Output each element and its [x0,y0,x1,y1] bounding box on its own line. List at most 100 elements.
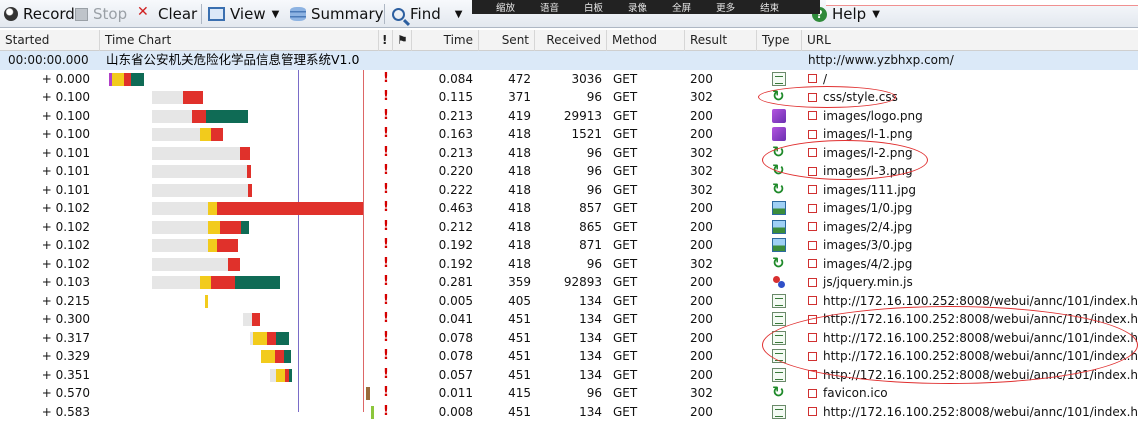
table-row[interactable]: + 0.101!0.21341896GET302images/l-2.png [0,144,1138,163]
col-flag[interactable]: ⚑ [393,30,412,51]
toolbar-divider [201,4,202,24]
stop-label: Stop [93,5,127,23]
table-row[interactable]: + 0.100!0.1634181521GET200images/l-1.png [0,125,1138,144]
overlay-more[interactable]: 更多 [716,0,735,14]
table-row[interactable]: + 0.103!0.28135992893GET200js/jquery.min… [0,273,1138,292]
row-time-chart [100,236,379,255]
row-checkbox[interactable] [808,241,817,250]
chevron-down-icon: ▼ [872,9,880,20]
summary-label: Summary [311,5,384,23]
clear-button[interactable]: Clear [137,3,197,25]
row-time-chart [100,384,379,403]
screen-share-control-bar: 缩放 语音 白板 录像 全屏 更多 结束 [472,0,820,14]
row-started: + 0.100 [0,107,95,126]
row-method: GET [613,329,683,348]
row-started: + 0.102 [0,255,95,274]
timing-segment [267,332,276,345]
redirect-file-icon [772,257,786,271]
row-checkbox[interactable] [808,259,817,268]
row-url-text: images/3/0.jpg [823,236,912,255]
record-button[interactable]: Record [4,3,75,25]
row-url: favicon.ico [808,384,1138,403]
table-row[interactable]: + 0.102!0.192418871GET200images/3/0.jpg [0,236,1138,255]
col-started[interactable]: Started [0,30,100,51]
col-received[interactable]: Received [535,30,607,51]
table-row[interactable]: + 0.000!0.0844723036GET200/ [0,70,1138,89]
row-checkbox[interactable] [808,222,817,231]
row-received: 134 [535,347,602,366]
page-title: 山东省公安机关危险化学品信息管理系统V1.0 [100,51,379,70]
overlay-record[interactable]: 录像 [628,0,647,14]
table-row[interactable]: + 0.570!0.01141596GET302favicon.ico [0,384,1138,403]
row-checkbox[interactable] [808,74,817,83]
table-row[interactable]: + 0.100!0.21341929913GET200images/logo.p… [0,107,1138,126]
overlay-fullscreen[interactable]: 全屏 [672,0,691,14]
table-row[interactable]: + 0.102!0.212418865GET200images/2/4.jpg [0,218,1138,237]
row-url: images/3/0.jpg [808,236,1138,255]
record-icon [4,7,18,21]
annotation-ellipse [762,140,928,180]
help-label: Help [832,5,866,23]
table-row[interactable]: + 0.102!0.19241896GET302images/4/2.jpg [0,255,1138,274]
help-button[interactable]: ? Help ▼ [812,3,880,25]
table-row[interactable]: + 0.100!0.11537196GET302css/style.css [0,88,1138,107]
row-time-chart [100,347,379,366]
view-button[interactable]: View ▼ [208,3,279,25]
row-sent: 418 [479,218,531,237]
col-time-chart[interactable]: Time Chart [100,30,379,51]
table-row[interactable]: + 0.101!0.22241896GET302images/111.jpg [0,181,1138,200]
timing-segment [152,165,247,178]
row-checkbox[interactable] [808,278,817,287]
timing-segment [208,202,217,215]
row-type [770,181,788,200]
row-checkbox[interactable] [808,130,817,139]
timing-segment [247,165,251,178]
timing-segment [200,276,211,289]
row-url: images/4/2.jpg [808,255,1138,274]
col-url[interactable]: URL [802,30,1138,51]
overlay-end[interactable]: 结束 [760,0,779,14]
row-checkbox[interactable] [808,111,817,120]
timing-segment [205,295,208,308]
timing-segment [152,128,200,141]
col-sent[interactable]: Sent [479,30,535,51]
overlay-zoom[interactable]: 缩放 [496,0,515,14]
row-result: 200 [690,125,750,144]
row-sent: 451 [479,310,531,329]
page-url: http://www.yzbhxp.com/ [808,51,1138,70]
col-result[interactable]: Result [685,30,757,51]
row-checkbox[interactable] [808,185,817,194]
timing-segment [235,276,280,289]
row-checkbox[interactable] [808,389,817,398]
timing-segment [211,128,223,141]
row-time: 0.011 [412,384,475,403]
summary-button[interactable]: Summary [290,3,384,25]
warning-icon: ! [379,70,393,89]
col-type[interactable]: Type [757,30,802,51]
row-checkbox[interactable] [808,296,817,305]
row-sent: 405 [479,292,531,311]
row-started: + 0.100 [0,125,95,144]
col-method[interactable]: Method [607,30,685,51]
row-received: 96 [535,162,602,181]
row-method: GET [613,218,683,237]
warning-icon: ! [379,329,393,348]
find-button[interactable]: Find ▼ [392,3,462,25]
timing-segment [152,221,208,234]
page-row[interactable]: 00:00:00.000 山东省公安机关危险化学品信息管理系统V1.0 http… [0,51,1138,70]
row-method: GET [613,88,683,107]
overlay-voice[interactable]: 语音 [540,0,559,14]
timing-segment [276,369,285,382]
toolbar-divider [384,4,385,24]
table-row[interactable]: + 0.101!0.22041896GET302images/l-3.png [0,162,1138,181]
row-time: 0.212 [412,218,475,237]
col-bang[interactable]: ! [379,30,393,51]
row-sent: 418 [479,236,531,255]
row-time: 0.115 [412,88,475,107]
col-time[interactable]: Time [412,30,479,51]
stop-button[interactable]: Stop [75,3,127,25]
table-row[interactable]: + 0.102!0.463418857GET200images/1/0.jpg [0,199,1138,218]
row-checkbox[interactable] [808,204,817,213]
row-received: 96 [535,144,602,163]
overlay-whiteboard[interactable]: 白板 [584,0,603,14]
